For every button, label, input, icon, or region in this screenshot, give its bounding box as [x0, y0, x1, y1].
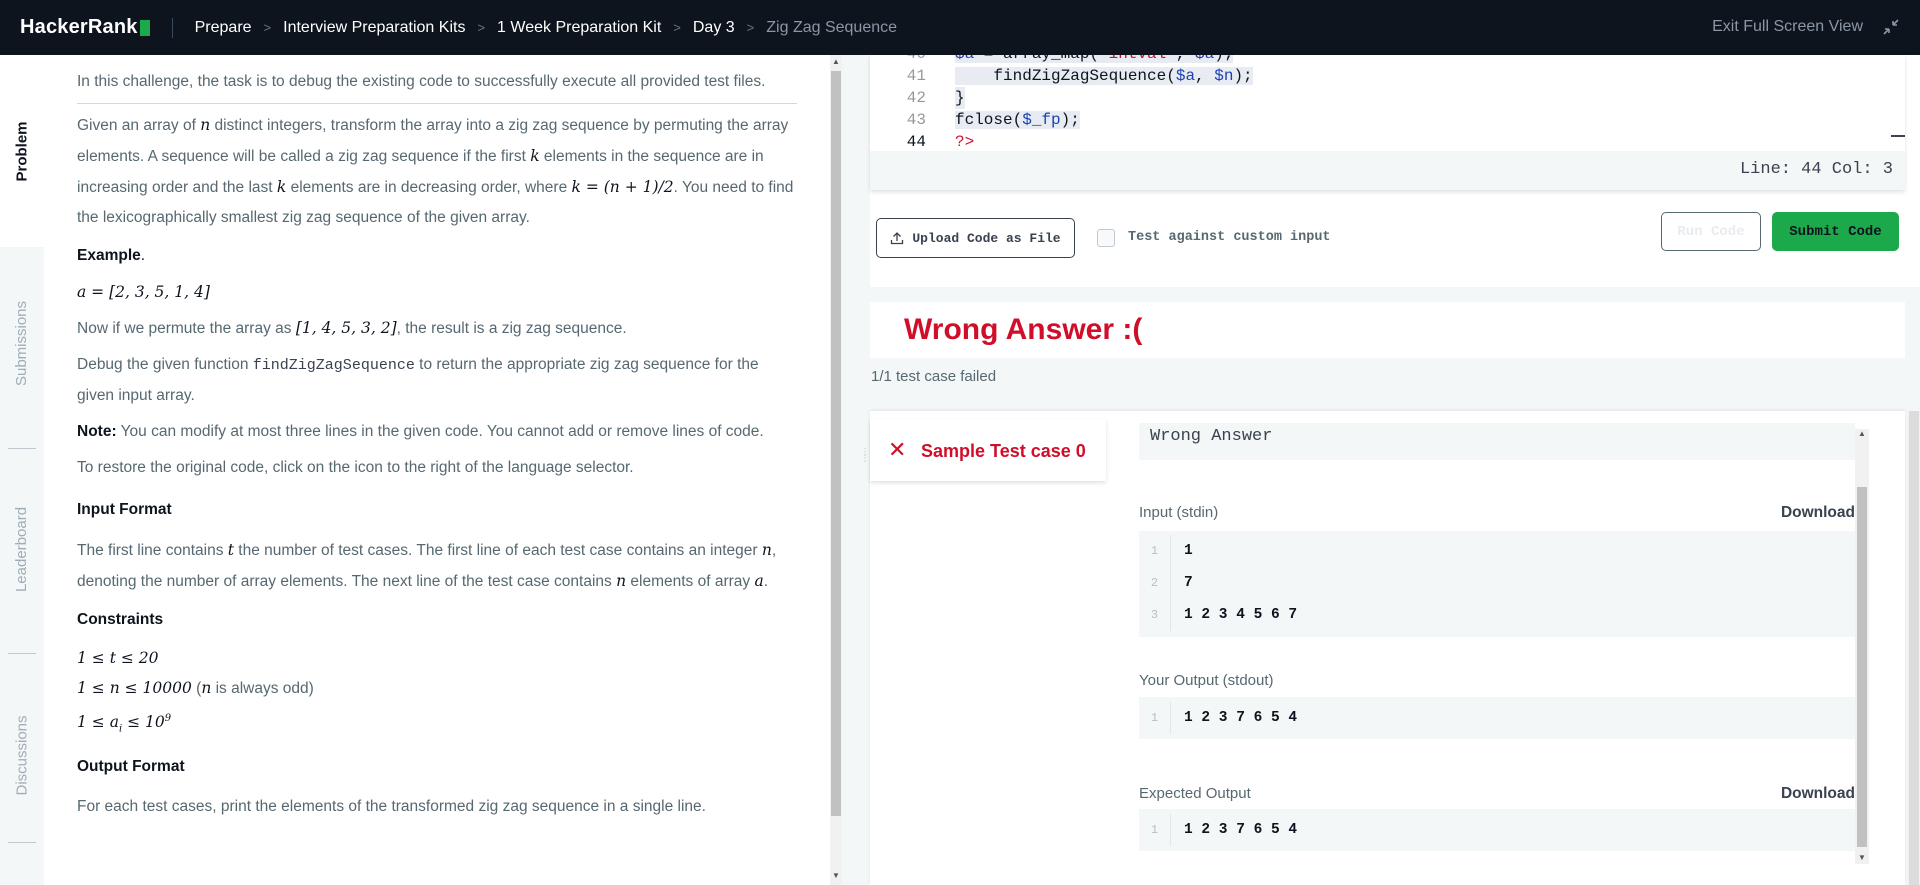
chevron-right-icon: > [477, 20, 486, 35]
chevron-right-icon: > [673, 20, 681, 35]
test-case-detail: Wrong Answer Input (stdin) Download 11 2… [1139, 423, 1855, 885]
example-array: a = [2, 3, 5, 1, 4] [77, 283, 210, 301]
tab-discussions[interactable]: Discussions [0, 655, 44, 855]
breadcrumb-interview-kits[interactable]: Interview Preparation Kits [283, 19, 465, 37]
tab-divider [8, 653, 36, 654]
test-case-label: Sample Test case 0 [921, 441, 1086, 461]
run-code-button[interactable]: Run Code [1661, 212, 1761, 251]
note-text: Note: You can modify at most three lines… [77, 423, 764, 440]
scroll-up-icon[interactable]: ▲ [1858, 429, 1866, 438]
close-icon: ✕ [888, 437, 907, 462]
constraints-heading: Constraints [77, 611, 164, 628]
cursor-position: Line: 44 Col: 3 [1739, 160, 1893, 179]
output-line: 11 2 3 7 6 5 4 [1139, 702, 1855, 734]
input-format-heading: Input Format [77, 501, 172, 518]
download-expected-link[interactable]: Download [1781, 785, 1855, 803]
test-summary: 1/1 test case failed [871, 368, 997, 385]
expected-line: 11 2 3 7 6 5 4 [1139, 814, 1855, 846]
input-line: 11 [1139, 535, 1855, 567]
code-line: 40 $a = array_map('intval', $a); [870, 55, 1905, 65]
code-editor[interactable]: 40 $a = array_map('intval', $a); 41 find… [870, 55, 1905, 190]
hackerrank-logo[interactable]: HackerRank [20, 16, 150, 39]
constraint-n: 1 ≤ n ≤ 10000 (n is always odd) [77, 679, 314, 697]
expected-output-box: 11 2 3 7 6 5 4 [1139, 809, 1855, 851]
breadcrumb-day[interactable]: Day 3 [693, 19, 735, 37]
collapse-icon[interactable] [1882, 18, 1900, 36]
result-header: Wrong Answer :( [870, 302, 1905, 358]
code-line: 41 findZigZagSequence($a, $n); [906, 67, 1253, 85]
output-format-heading: Output Format [77, 758, 185, 776]
input-format-text: The first line contains t the number of … [77, 541, 777, 590]
side-tab-bar: Problem Submissions Leaderboard Discussi… [0, 55, 44, 885]
input-box: 11 27 31 2 3 4 5 6 7 [1139, 531, 1855, 637]
custom-input-checkbox[interactable] [1097, 229, 1115, 247]
upload-icon [891, 232, 904, 245]
breadcrumb-week-kit[interactable]: 1 Week Preparation Kit [497, 19, 661, 37]
input-title: Input (stdin) [1139, 504, 1219, 521]
tab-divider [8, 842, 36, 843]
tab-problem[interactable]: Problem [0, 55, 44, 247]
editor-scroll-marker [1891, 135, 1905, 137]
scroll-down-icon[interactable]: ▼ [1858, 853, 1866, 862]
output-format-text: For each test cases, print the elements … [77, 798, 706, 816]
download-input-link[interactable]: Download [1781, 504, 1855, 522]
code-line: 42 } [906, 87, 965, 109]
logo-block-icon [139, 19, 150, 36]
permute-text: Now if we permute the array as [1, 4, 5,… [77, 319, 627, 337]
constraints-list: 1 ≤ t ≤ 20 1 ≤ n ≤ 10000 (n is always od… [77, 643, 797, 744]
result-scrollbar[interactable] [1908, 411, 1920, 885]
breadcrumb-current: Zig Zag Sequence [766, 18, 898, 36]
exit-fullscreen-link[interactable]: Exit Full Screen View [1712, 18, 1863, 36]
editor-status-bar: Line: 44 Col: 3 [870, 151, 1905, 190]
constraint-t: 1 ≤ t ≤ 20 [77, 649, 159, 667]
case-detail-scrollbar[interactable]: ▲ ▼ [1855, 429, 1869, 864]
input-line: 27 [1139, 567, 1855, 599]
scrollbar-thumb[interactable] [1857, 487, 1867, 847]
tab-submissions[interactable]: Submissions [0, 247, 44, 439]
problem-intro: In this challenge, the task is to debug … [77, 55, 797, 104]
top-navbar: HackerRank Prepare > Interview Preparati… [0, 0, 1920, 55]
problem-scrollbar[interactable]: ▲ ▼ [830, 55, 842, 885]
upload-code-button[interactable]: Upload Code as File [876, 218, 1075, 258]
result-title: Wrong Answer :( [904, 313, 1143, 346]
your-output-box: 11 2 3 7 6 5 4 [1139, 697, 1855, 739]
chevron-right-icon: > [746, 20, 755, 35]
verdict-box: Wrong Answer [1139, 423, 1855, 460]
navbar-divider [171, 17, 173, 38]
scroll-up-icon[interactable]: ▲ [832, 57, 840, 66]
problem-description: Given an array of n distinct integers, t… [77, 116, 794, 226]
problem-pane: In this challenge, the task is to debug … [44, 55, 830, 885]
expected-output-title: Expected Output [1139, 785, 1251, 802]
breadcrumb-prepare[interactable]: Prepare [195, 19, 252, 37]
scroll-down-icon[interactable]: ▼ [832, 871, 840, 880]
test-case-tab[interactable]: ✕ Sample Test case 0 [870, 419, 1106, 481]
scrollbar-thumb[interactable] [1909, 411, 1919, 885]
constraint-a: 1 ≤ ai ≤ 109 [77, 713, 172, 735]
example-heading: Example. [77, 247, 146, 264]
code-line: 44 ?> [906, 133, 975, 151]
input-line: 31 2 3 4 5 6 7 [1139, 599, 1855, 631]
custom-input-label[interactable]: Test against custom input [1128, 230, 1331, 245]
drag-handle-icon[interactable]: ⋮ ⋮ [860, 448, 870, 490]
chevron-right-icon: > [263, 20, 272, 35]
scrollbar-thumb[interactable] [831, 71, 841, 816]
restore-text: To restore the original code, click on t… [77, 459, 634, 476]
submit-code-button[interactable]: Submit Code [1772, 212, 1899, 251]
tab-leaderboard[interactable]: Leaderboard [0, 449, 44, 649]
code-line: 43 fclose($_fp); [906, 111, 1080, 129]
debug-text: Debug the given function findZigZagSeque… [77, 356, 759, 404]
your-output-title: Your Output (stdout) [1139, 672, 1274, 689]
